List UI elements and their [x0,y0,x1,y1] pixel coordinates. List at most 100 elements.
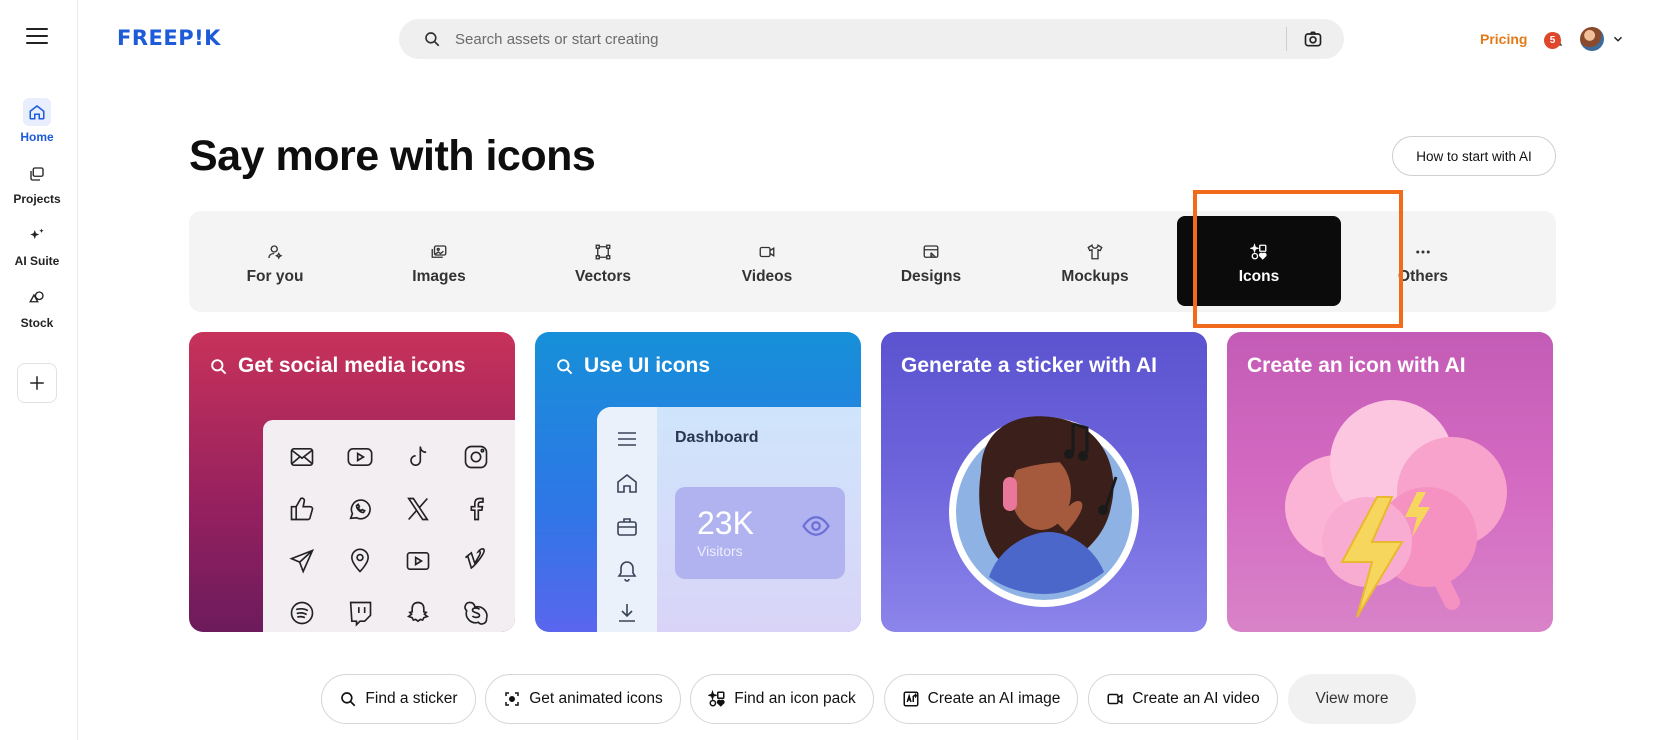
search-icon [341,692,356,707]
icon-pack-chip[interactable]: Find an icon pack [690,674,874,724]
card-title: Use UI icons [555,354,710,378]
search-divider [1286,27,1287,51]
eye-icon [802,516,830,536]
tab-mockups[interactable]: Mockups [1013,216,1177,306]
card-generate-sticker[interactable]: Generate a sticker with AI [881,332,1207,632]
rail-item-label: AI Suite [14,254,60,268]
left-rail: Home Projects AI Suite Stock [0,0,78,740]
stat-value: 23K [697,505,754,541]
shapes-icon [23,284,51,312]
dashboard-label: Dashboard [675,429,759,446]
tab-label: Designs [900,268,962,285]
ui-dashboard-preview: Dashboard 23K Visitors [597,407,861,632]
tab-label: Vectors [574,268,631,285]
chip-label: Create an AI image [927,690,1061,707]
home-icon [23,98,51,126]
view-more-button[interactable]: View more [1288,674,1416,724]
mail-icon [287,442,317,472]
ai-video-icon [1107,693,1123,705]
whatsapp-icon [345,494,375,524]
vimeo-icon [461,546,491,576]
tab-label: Mockups [1061,268,1129,285]
freepik-logo[interactable]: FREEP!K [117,26,221,50]
tab-for-you[interactable]: For you [193,216,357,306]
home-icon [617,473,637,493]
snapchat-icon [403,598,433,628]
social-icons-preview [263,420,515,632]
tab-label: Videos [741,268,793,285]
card-title-text: Get social media icons [238,354,466,377]
icon-pack-icon [708,690,725,707]
tab-designs[interactable]: Designs [849,216,1013,306]
search-bar[interactable] [399,19,1344,59]
search-icon [425,32,440,47]
avatar[interactable] [1580,27,1604,51]
card-title-text: Use UI icons [584,354,711,377]
tab-label: For you [246,268,304,285]
page-title: Say more with icons [189,132,596,180]
briefcase-icon [617,518,637,536]
projects-icon [23,160,51,188]
tshirt-icon [1085,242,1105,262]
tab-images[interactable]: Images [357,216,521,306]
plus-icon [30,376,44,390]
card-social-media-icons[interactable]: Get social media icons [189,332,515,632]
play-icon [403,546,433,576]
more-dots-icon [1413,242,1433,262]
ui-sidebar [597,407,657,632]
hamburger-menu-icon[interactable] [26,28,48,48]
search-icon [211,358,227,374]
search-input[interactable] [455,19,1275,59]
find-sticker-chip[interactable]: Find a sticker [321,674,476,724]
facebook-icon [461,494,491,524]
spotify-icon [287,598,317,628]
sticker-illustration [949,416,1139,607]
user-sparkle-icon [265,242,285,262]
card-create-icon[interactable]: Create an icon with AI [1227,332,1553,632]
tab-videos[interactable]: Videos [685,216,849,306]
tab-label: Images [412,268,466,285]
ai-image-icon [903,691,919,707]
chip-label: Get animated icons [529,690,663,707]
rail-item-ai-suite[interactable]: AI Suite [0,222,74,268]
chip-label: View more [1315,690,1389,707]
search-icon [557,358,573,374]
ai-video-chip[interactable]: Create an AI video [1088,674,1278,724]
x-icon [403,494,433,524]
vector-nodes-icon [593,242,613,262]
rail-item-stock[interactable]: Stock [0,284,74,330]
pricing-link[interactable]: Pricing [1480,31,1527,47]
visitors-stat: 23K Visitors [675,487,845,579]
menu-icon [618,432,636,446]
card-ui-icons[interactable]: Use UI icons Dashboard 23K Visitors [535,332,861,632]
thumbs-up-icon [287,494,317,524]
rail-item-home[interactable]: Home [0,98,74,144]
chip-label: Find a sticker [365,690,458,707]
instagram-icon [461,442,491,472]
card-title: Get social media icons [209,354,466,378]
stat-label: Visitors [697,543,743,559]
ai-image-chip[interactable]: Create an AI image [884,674,1078,724]
tab-vectors[interactable]: Vectors [521,216,685,306]
design-icon [921,242,941,262]
animated-icons-chip[interactable]: Get animated icons [485,674,681,724]
icons-tab-highlight [1193,190,1403,328]
how-to-start-button[interactable]: How to start with AI [1392,136,1556,176]
notifications-button[interactable]: 5 [1544,30,1566,52]
rail-item-label: Projects [13,192,61,206]
chip-label: Create an AI video [1132,690,1260,707]
rail-item-label: Home [20,130,54,144]
location-pin-icon [345,546,375,576]
chevron-down-icon[interactable] [1611,32,1625,46]
rail-item-projects[interactable]: Projects [0,160,74,206]
add-button[interactable] [17,363,57,403]
sparkles-icon [23,222,51,250]
bell-icon [617,561,637,582]
animated-icon [505,692,519,706]
youtube-icon [345,442,375,472]
twitch-icon [345,598,375,628]
storm-cloud-illustration [1285,400,1507,618]
download-icon [619,604,635,622]
notification-badge: 5 [1544,32,1561,49]
chip-label: Find an icon pack [734,690,856,707]
